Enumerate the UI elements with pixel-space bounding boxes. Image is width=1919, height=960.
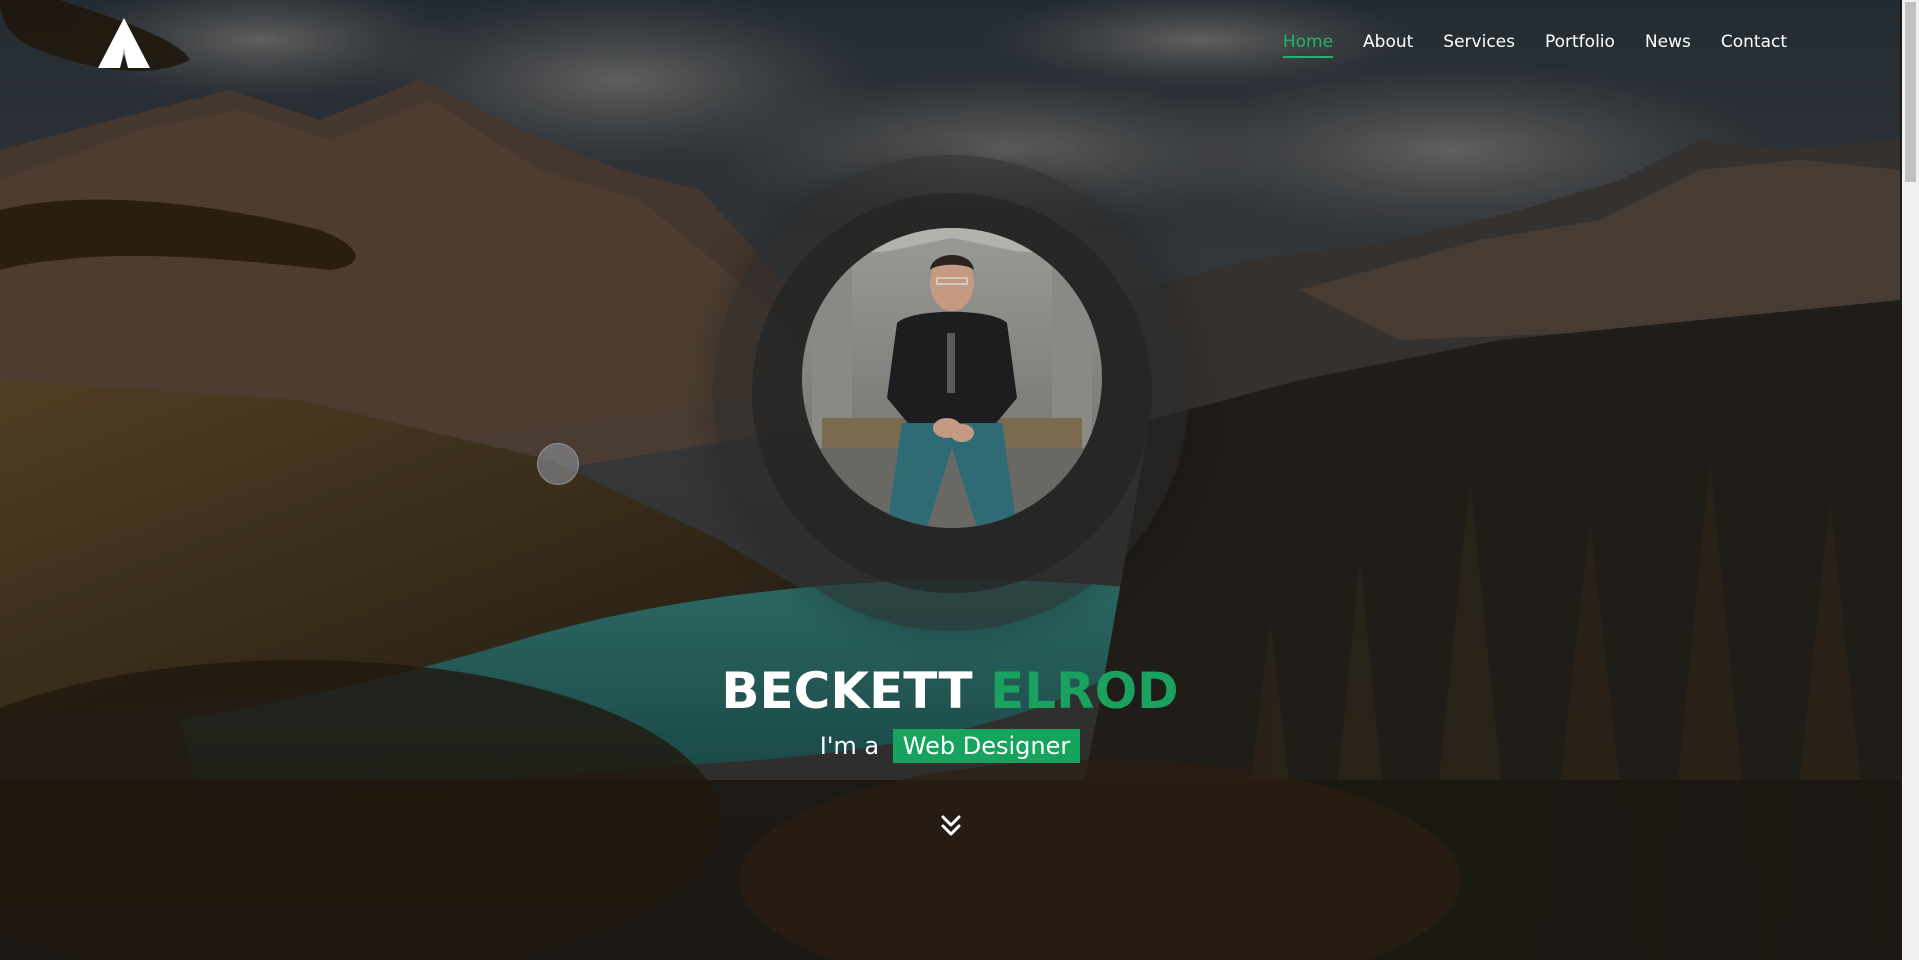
nav-link-contact[interactable]: Contact <box>1706 30 1802 58</box>
scrollbar-thumb[interactable] <box>1905 2 1916 182</box>
hero-section: Home About Services Portfolio News Conta… <box>0 0 1919 960</box>
profile-avatar <box>802 228 1102 528</box>
main-navigation: Home About Services Portfolio News Conta… <box>1268 30 1802 58</box>
nav-link-services[interactable]: Services <box>1428 30 1530 58</box>
nav-link-news[interactable]: News <box>1630 30 1706 58</box>
site-logo[interactable] <box>98 18 150 68</box>
nav-link-portfolio[interactable]: Portfolio <box>1530 30 1630 58</box>
hero-name: BECKETT ELROD <box>0 660 1900 722</box>
double-chevron-down-icon[interactable] <box>940 814 962 838</box>
hero-first-name: BECKETT <box>721 662 973 720</box>
nav-link-home[interactable]: Home <box>1268 30 1348 58</box>
tagline-prefix: I'm a <box>819 732 880 760</box>
hero-last-name: ELROD <box>990 662 1179 720</box>
nav-link-about[interactable]: About <box>1348 30 1428 58</box>
page-scrollbar[interactable] <box>1902 0 1919 960</box>
hero-tagline: I'm a Web Designer <box>0 729 1900 763</box>
tagline-role-badge: Web Designer <box>892 729 1081 763</box>
floating-decorative-circle <box>537 443 579 485</box>
